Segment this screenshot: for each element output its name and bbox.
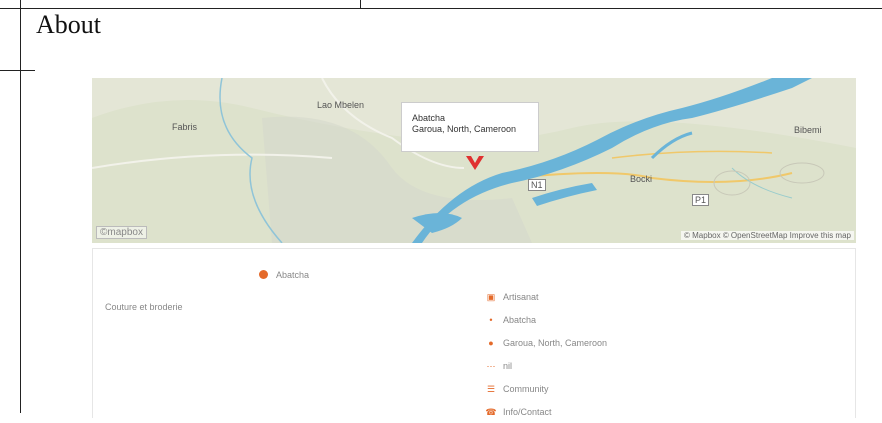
person-icon: • [489,314,493,325]
frame-tick [360,0,361,8]
left-column-rule [20,8,21,413]
info-row-owner: • Abatcha [485,308,607,331]
info-text: Community [503,383,549,394]
info-row-contact[interactable]: ☎ Info/Contact [485,400,607,423]
info-row-category: ▣ Artisanat [485,285,607,308]
info-row-location: ● Garoua, North, Cameroon [485,331,607,354]
info-text: nil [503,360,513,371]
business-name-text: Abatcha [276,270,310,280]
map-popup[interactable]: Abatcha Garoua, North, Cameroon [401,102,539,152]
phone-icon: ☎ [485,406,497,417]
info-row-date: ⋯ nil [485,354,607,377]
business-avatar-icon [259,270,268,279]
business-category: Couture et broderie [105,302,183,312]
map-place-label: Bocki [630,174,653,184]
left-tab-rule [0,70,35,71]
frame-tick [20,0,21,8]
business-info-list: ▣ Artisanat • Abatcha ● Garoua, North, C… [485,285,607,423]
mapbox-logo[interactable]: ©mapbox [96,226,147,239]
info-text: Abatcha [503,314,537,325]
business-details-panel: Abatcha Couture et broderie ▣ Artisanat … [92,248,856,418]
calendar-icon: ⋯ [486,360,496,371]
map-place-label: Fabris [172,122,198,132]
community-icon: ☰ [486,383,496,394]
briefcase-icon: ▣ [486,291,496,302]
map-attribution[interactable]: © Mapbox © OpenStreetMap Improve this ma… [681,231,854,240]
map-marker-icon[interactable] [464,152,486,174]
location-pin-icon: ● [488,337,494,348]
popup-title: Abatcha [412,113,446,123]
map-place-label: Lao Mbelen [317,100,365,110]
map-view[interactable]: Fabris Lao Mbelen Bibemi Bocki N1 P1 Aba… [92,78,856,243]
info-row-community[interactable]: ☰ Community [485,377,607,400]
popup-address: Garoua, North, Cameroon [412,124,517,134]
road-shield: N1 [528,179,546,191]
info-text: Garoua, North, Cameroon [503,337,608,348]
info-text: Info/Contact [503,406,552,417]
frame-top-border [0,0,882,9]
road-shield: P1 [692,194,710,206]
business-name: Abatcha [259,270,309,280]
map-place-label: Bibemi [794,125,822,135]
page-title: About [36,10,101,39]
info-text: Artisanat [503,291,539,302]
